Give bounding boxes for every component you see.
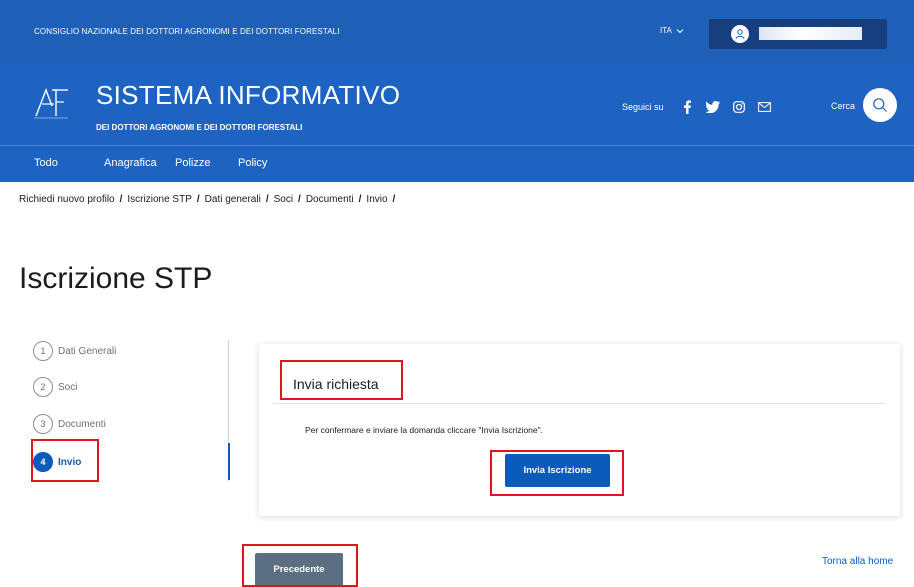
breadcrumb-item[interactable]: Dati generali	[205, 194, 261, 205]
user-menu[interactable]	[709, 19, 887, 49]
breadcrumb-item[interactable]: Richiedi nuovo profilo	[19, 194, 115, 205]
search-icon	[873, 98, 887, 112]
step-list: 1 Dati Generali 2 Soci 3 Documenti 4 Inv…	[33, 340, 229, 481]
main-nav: Todo Anagrafica Polizze Policy	[0, 145, 914, 182]
home-link[interactable]: Torna alla home	[822, 556, 893, 567]
breadcrumb-item[interactable]: Soci	[274, 194, 293, 205]
step-dati-generali[interactable]: 1 Dati Generali	[33, 341, 116, 361]
step-label: Dati Generali	[58, 345, 117, 357]
breadcrumb-item[interactable]: Invio	[366, 194, 387, 205]
organization-name: CONSIGLIO NAZIONALE DEI DOTTORI AGRONOMI…	[34, 27, 340, 36]
page-title: Iscrizione STP	[19, 262, 213, 295]
step-number: 1	[33, 341, 53, 361]
breadcrumb-separator: /	[392, 194, 396, 205]
breadcrumb-separator: /	[298, 194, 301, 205]
user-icon	[731, 25, 749, 43]
nav-item-policy[interactable]: Policy	[238, 157, 267, 169]
breadcrumb-separator: /	[265, 194, 269, 205]
chevron-down-icon	[676, 28, 684, 33]
step-soci[interactable]: 2 Soci	[33, 377, 77, 397]
site-subtitle: DEI DOTTORI AGRONOMI E DEI DOTTORI FORES…	[96, 123, 303, 132]
breadcrumb-separator: /	[196, 194, 200, 205]
step-documenti[interactable]: 3 Documenti	[33, 414, 106, 434]
user-name-redacted	[759, 27, 862, 40]
language-label: ITA	[660, 26, 672, 35]
nav-item-todo[interactable]: Todo	[34, 157, 58, 169]
breadcrumb-separator: /	[358, 194, 362, 205]
social-links: Seguici su	[622, 100, 772, 114]
facebook-icon[interactable]	[680, 100, 694, 114]
site-header: SISTEMA INFORMATIVO DEI DOTTORI AGRONOMI…	[0, 64, 914, 145]
search-label[interactable]: Cerca	[831, 101, 855, 111]
step-label: Documenti	[58, 418, 106, 430]
card-title: Invia richiesta	[293, 376, 379, 392]
language-selector[interactable]: ITA	[660, 26, 684, 35]
logo-icon[interactable]	[32, 82, 72, 122]
mail-icon[interactable]	[758, 100, 772, 114]
breadcrumb-item[interactable]: Documenti	[306, 194, 354, 205]
submit-card: Invia richiesta Per confermare e inviare…	[259, 344, 900, 516]
confirm-message: Per confermare e inviare la domanda clic…	[305, 425, 543, 435]
step-number: 4	[33, 452, 53, 472]
top-bar: CONSIGLIO NAZIONALE DEI DOTTORI AGRONOMI…	[0, 0, 914, 64]
step-number: 3	[33, 414, 53, 434]
step-invio[interactable]: 4 Invio	[33, 452, 81, 472]
previous-button[interactable]: Precedente	[255, 553, 343, 586]
search-button[interactable]	[863, 88, 897, 122]
divider	[273, 403, 885, 404]
breadcrumb-item[interactable]: Iscrizione STP	[127, 194, 191, 205]
breadcrumb-separator: /	[119, 194, 123, 205]
nav-item-anagrafica[interactable]: Anagrafica	[104, 157, 157, 169]
step-number: 2	[33, 377, 53, 397]
nav-item-polizze[interactable]: Polizze	[175, 157, 210, 169]
breadcrumb: Richiedi nuovo profilo / Iscrizione STP …	[19, 194, 395, 205]
twitter-icon[interactable]	[705, 100, 720, 114]
follow-label: Seguici su	[622, 102, 664, 112]
invia-iscrizione-button[interactable]: Invia Iscrizione	[505, 454, 610, 487]
site-title[interactable]: SISTEMA INFORMATIVO	[96, 80, 400, 111]
active-step-indicator	[228, 443, 230, 480]
step-label: Soci	[58, 381, 78, 393]
instagram-icon[interactable]	[732, 100, 746, 114]
step-label: Invio	[58, 456, 82, 468]
